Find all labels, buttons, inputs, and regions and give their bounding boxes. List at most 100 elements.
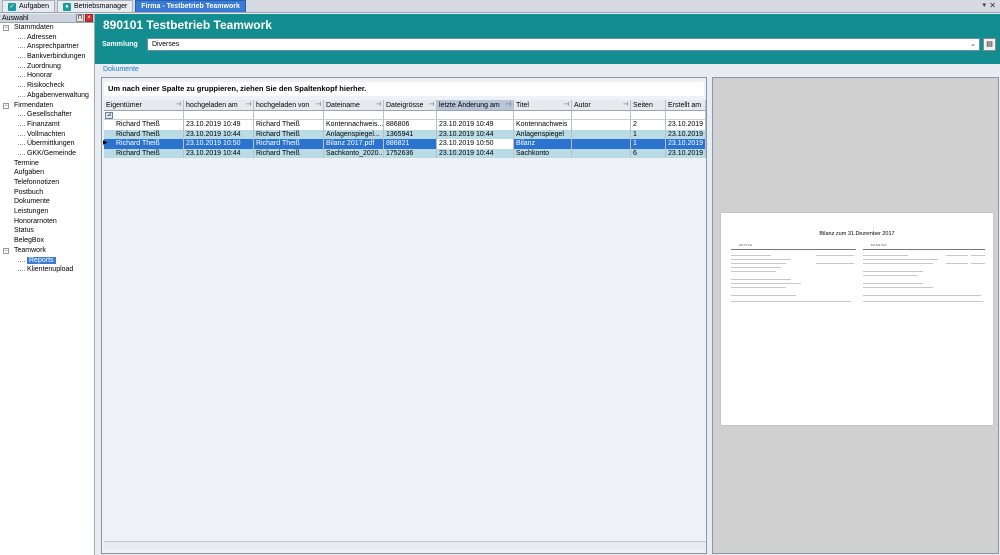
table-cell: 23.10.2019 10:44 (184, 129, 254, 139)
text-line (816, 263, 836, 264)
sidebar-item[interactable]: Honorarnoten (0, 217, 94, 227)
group-by-area[interactable]: Um nach einer Spalte zu gruppieren, zieh… (104, 82, 704, 96)
tab-list-dropdown-icon[interactable]: ▾ (982, 1, 986, 9)
close-icon[interactable]: × (85, 14, 93, 22)
column-header[interactable]: hochgeladen am ⊣ (184, 100, 254, 111)
table-cell: Sachkonto_2020... (326, 148, 384, 158)
sidebar-item[interactable]: BelegBox (0, 236, 94, 246)
sidebar-item[interactable]: Risikocheck (0, 81, 94, 91)
filter-cell[interactable] (184, 111, 254, 120)
column-header[interactable]: Erstellt am (666, 100, 706, 111)
sidebar-item-label: Übermittlungen (27, 140, 75, 148)
sidebar-item[interactable]: Honorar (0, 71, 94, 81)
text-line (863, 295, 981, 296)
column-header[interactable]: Autor ⊣ (572, 100, 631, 111)
tab-betriebsmanager[interactable]: ● Betriebsmanager (56, 0, 134, 12)
tab-firma[interactable]: Firma - Testbetrieb Teamwork (135, 0, 246, 12)
filter-icon[interactable]: ⊿ (105, 112, 113, 119)
sidebar-item[interactable]: Klientenupload (0, 265, 94, 275)
filter-cell[interactable] (631, 111, 666, 120)
sidebar-item[interactable]: Leistungen (0, 207, 94, 217)
filter-pin-icon[interactable]: ⊣ (429, 100, 434, 110)
table-cell: 886821 (384, 139, 437, 149)
sidebar-item[interactable]: Ansprechpartner (0, 42, 94, 52)
text-line (731, 259, 791, 260)
collapse-icon[interactable]: − (3, 247, 9, 254)
sidebar-item-label: Honorarnoten (14, 217, 57, 225)
filter-pin-icon[interactable]: ⊣ (246, 100, 251, 110)
sidebar-item-label: Honorar (27, 72, 53, 80)
table-row[interactable]: Richard Theiß 23.10.2019 10:49 Richard The… (104, 120, 706, 130)
filter-cell[interactable]: ⊿ (104, 111, 184, 120)
table-cell: Anlagenspiegel (514, 129, 572, 139)
sidebar-item[interactable]: Adressen (0, 33, 94, 43)
chevron-down-icon: ⌄ (970, 41, 976, 48)
main-content: 890101 Testbetrieb Teamwork Sammlung Div… (95, 14, 1000, 555)
sidebar-item[interactable]: Abgabenverwaltung (0, 91, 94, 101)
close-icon[interactable]: ✕ (989, 1, 996, 10)
table-cell: 1752636 (384, 148, 437, 158)
filter-pin-icon[interactable]: ⊣ (564, 100, 569, 110)
sammlung-select[interactable]: Diverses ⌄ (147, 38, 980, 51)
text-line (731, 301, 851, 302)
filter-cell[interactable] (384, 111, 437, 120)
column-header[interactable]: Dateigrösse ⊣ (384, 100, 437, 111)
sidebar-item-label: Dokumente (14, 198, 50, 206)
sidebar-item-label: GKK/Gemeinde (27, 149, 77, 157)
collapse-icon[interactable]: − (3, 25, 9, 31)
pin-icon[interactable]: ⊓ (76, 14, 84, 22)
column-header[interactable]: Dateiname ⊣ (324, 100, 384, 111)
table-cell: 23.10.2019 10:44 (184, 148, 254, 158)
table-row[interactable]: Richard Theiß 23.10.2019 10:44 Richard The… (104, 148, 706, 158)
column-header[interactable]: letzte Änderung am ⊣ (437, 100, 514, 111)
column-header[interactable]: Eigentümer ⊣ (104, 100, 184, 111)
table-row[interactable]: ▶ Richard Theiß 23.10.2019 10:50 Richard Th… (103, 139, 706, 149)
documents-link[interactable]: Dokumente (103, 66, 139, 73)
column-header-label: Autor (574, 102, 591, 109)
filter-pin-icon[interactable]: ⊣ (376, 100, 381, 110)
preview-page[interactable]: Bilanz zum 31.Dezember 2017 AKTIVA PASSI… (721, 213, 993, 425)
sidebar-item[interactable]: Zuordnung (0, 62, 94, 72)
table-cell: Richard Theiß (254, 129, 324, 139)
sidebar-item[interactable]: Gesellschafter (0, 110, 94, 120)
tab-aufgaben[interactable]: ✓ Aufgaben (2, 0, 55, 12)
filter-pin-icon[interactable]: ⊣ (623, 100, 628, 110)
filter-cell[interactable] (514, 111, 572, 120)
table-row[interactable]: Richard Theiß 23.10.2019 10:44 Richard The… (104, 129, 706, 139)
sidebar-item[interactable]: Bankverbindungen (0, 52, 94, 62)
filter-cell[interactable] (324, 111, 384, 120)
sidebar-title: Auswahl (2, 14, 29, 22)
sidebar-item[interactable]: Vollmachten (0, 130, 94, 140)
sidebar-item[interactable]: − Stammdaten (0, 23, 94, 33)
sidebar-item[interactable]: Finanzamt (0, 120, 94, 130)
text-line (816, 255, 836, 256)
column-header[interactable]: Titel ⊣ (514, 100, 572, 111)
sidebar-item[interactable]: Reports (0, 256, 94, 266)
sidebar-item[interactable]: Dokumente (0, 197, 94, 207)
filter-cell[interactable] (254, 111, 324, 120)
filter-cell[interactable] (572, 111, 631, 120)
filter-cell[interactable] (437, 111, 514, 120)
table-cell: Richard Theiß (254, 120, 324, 130)
sidebar-item-label: Abgabenverwaltung (27, 91, 89, 99)
sidebar-item[interactable]: Aufgaben (0, 168, 94, 178)
sidebar-item[interactable]: Termine (0, 159, 94, 169)
sidebar-item[interactable]: Übermittlungen (0, 139, 94, 149)
table-cell (572, 120, 631, 130)
filter-pin-icon[interactable]: ⊣ (506, 100, 511, 110)
horizontal-scrollbar[interactable] (104, 541, 706, 550)
new-collection-button[interactable]: ▤ (983, 38, 996, 51)
sidebar-item[interactable]: Telefonnotizen (0, 178, 94, 188)
collapse-icon[interactable]: − (3, 102, 9, 109)
sidebar-item[interactable]: − Teamwork (0, 246, 94, 256)
sidebar-item[interactable]: Postbuch (0, 188, 94, 198)
sidebar-item[interactable]: GKK/Gemeinde (0, 149, 94, 159)
table-cell: Bilanz (514, 139, 572, 149)
column-header[interactable]: hochgeladen von ⊣ (254, 100, 324, 111)
sidebar-item[interactable]: − Firmendaten (0, 101, 94, 111)
filter-pin-icon[interactable]: ⊣ (176, 100, 181, 110)
filter-pin-icon[interactable]: ⊣ (316, 100, 321, 110)
filter-cell[interactable] (666, 111, 706, 120)
sidebar-item[interactable]: Status (0, 226, 94, 236)
column-header[interactable]: Seiten (631, 100, 666, 111)
